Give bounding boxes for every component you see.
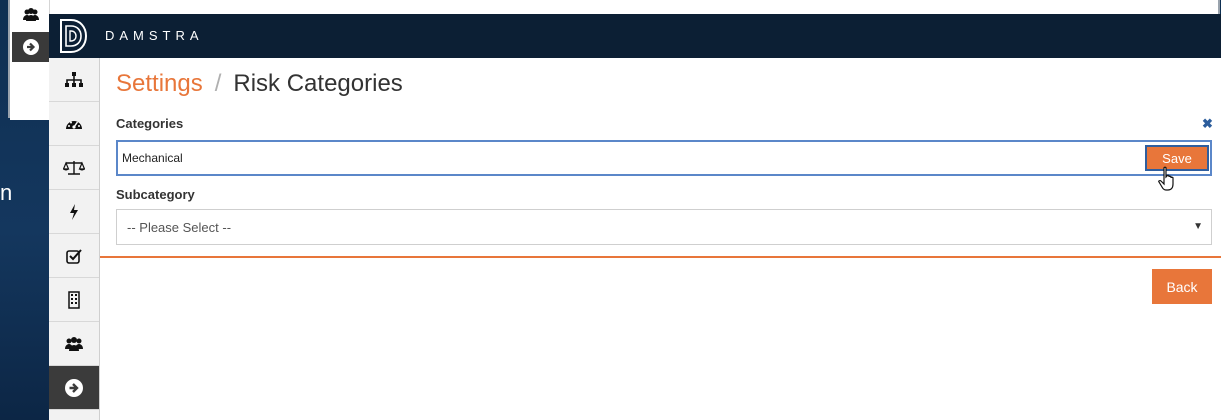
category-input[interactable]: [122, 148, 1132, 168]
subcategory-select[interactable]: -- Please Select -- ▼: [116, 209, 1212, 245]
bolt-icon[interactable]: [49, 190, 99, 234]
arrow-circle-right-icon[interactable]: [49, 366, 99, 410]
users-icon[interactable]: [12, 0, 50, 30]
top-bar: DAMSTRA: [49, 14, 1221, 58]
balance-scale-icon[interactable]: [49, 146, 99, 190]
app-window: DAMSTRA Settings / Risk Categories Categ…: [49, 14, 1221, 420]
subcategory-selected-value: -- Please Select --: [127, 220, 232, 235]
category-field: Save: [116, 140, 1212, 176]
sidebar: [49, 58, 100, 420]
building-icon[interactable]: [49, 278, 99, 322]
breadcrumb-separator: /: [214, 70, 222, 97]
page-title: Risk Categories: [233, 70, 403, 97]
users-icon[interactable]: [49, 322, 99, 366]
damstra-logo: [60, 19, 88, 53]
breadcrumb: Settings / Risk Categories: [116, 70, 403, 98]
close-icon[interactable]: ✖: [1202, 116, 1213, 132]
main-content: Settings / Risk Categories Categories ✖ Sa…: [100, 58, 1221, 420]
dashboard-icon[interactable]: [49, 102, 99, 146]
categories-label: Categories: [116, 116, 184, 131]
sitemap-icon[interactable]: [49, 58, 99, 102]
breadcrumb-settings-link[interactable]: Settings: [116, 70, 203, 97]
back-button[interactable]: Back: [1152, 269, 1212, 304]
hand-pointer-icon: [1158, 166, 1174, 191]
checkbox-icon[interactable]: [49, 234, 99, 278]
arrow-circle-right-icon[interactable]: [12, 32, 50, 62]
brand-name: DAMSTRA: [105, 28, 204, 43]
subcategory-label: Subcategory: [116, 187, 195, 202]
backdrop-partial-text: n: [0, 180, 13, 205]
chevron-down-icon: ▼: [1193, 221, 1203, 232]
section-divider: [100, 256, 1221, 258]
